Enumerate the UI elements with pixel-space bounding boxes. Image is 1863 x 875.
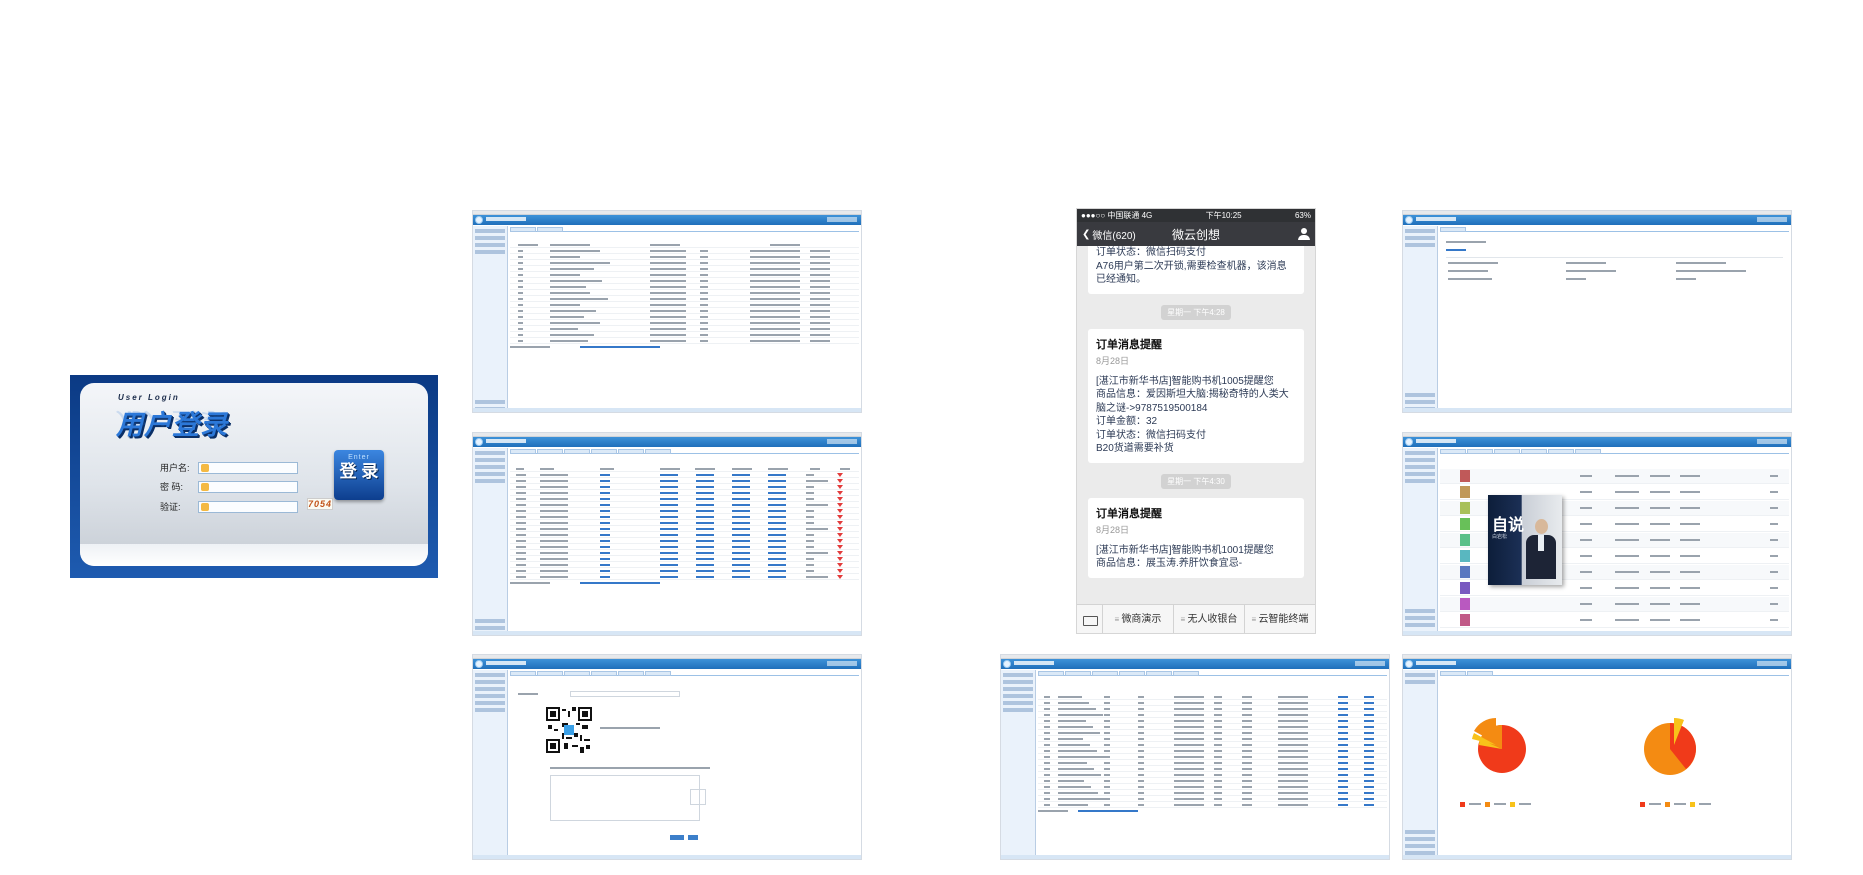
book-cover-image: 自说 白岩松 xyxy=(1488,495,1562,585)
admin-main xyxy=(510,227,859,408)
collage: User Login 用户登录 用户登录 用户名: 密 码: 验证: 7054 … xyxy=(0,0,1863,875)
username-row: 用户名: xyxy=(160,461,298,474)
message-card: 订单消息提醒 8月28日 [湛江市新华书店]智能购书机1005提醒您 商品信息：… xyxy=(1088,328,1304,463)
message-line: 订单金额：32 xyxy=(1096,416,1158,427)
key-icon xyxy=(201,502,209,511)
back-button[interactable]: ❮ 微信(620) xyxy=(1082,227,1136,242)
wechat-menu-bar: 微商演示 无人收银台 云智能终端 xyxy=(1077,604,1315,633)
book-author: 白岩松 xyxy=(1492,534,1508,540)
timestamp: 星期一 下午4:30 xyxy=(1088,471,1304,489)
admin-screenshot-device-detail xyxy=(1402,210,1792,413)
message-line: B20货道需要补货 xyxy=(1096,443,1174,454)
captcha-image[interactable]: 7054 xyxy=(307,498,333,510)
message-line: 订单状态：微信扫码支付 xyxy=(1096,247,1206,258)
logo-icon xyxy=(475,438,483,446)
message-line: [湛江市新华书店]智能购书机1005提醒您 xyxy=(1096,375,1274,387)
admin-screenshot-inventory: document.write(Array.from({length:18}).m… xyxy=(472,432,862,636)
admin-screenshot-order-list xyxy=(472,210,862,413)
chat-messages[interactable]: 订单状态：微信扫码支付 A76用户第二次开锁,需要检查机器，该消息已经通知。 星… xyxy=(1077,246,1315,604)
user-icon xyxy=(201,463,209,472)
username-field[interactable] xyxy=(198,461,298,474)
login-button-en: Enter xyxy=(348,454,370,461)
message-card-partial: 订单状态：微信扫码支付 A76用户第二次开锁,需要检查机器，该消息已经通知。 xyxy=(1088,246,1304,294)
login-title-english: User Login xyxy=(118,393,180,402)
back-label: 微信(620) xyxy=(1092,230,1136,242)
phone-status-bar: ●●●○○ 中国联通 4G 下午10:25 63% xyxy=(1077,209,1315,222)
logo-icon xyxy=(475,660,483,668)
captcha-field[interactable] xyxy=(198,500,298,513)
captcha-row: 验证: xyxy=(160,500,298,513)
book-title: 自说 xyxy=(1492,515,1525,534)
message-line: 商品信息：爱因斯坦大脑:揭秘奇特的人类大脑之谜->9787519500184 xyxy=(1096,389,1289,414)
username-label: 用户名: xyxy=(160,463,190,473)
message-date: 8月28日 xyxy=(1096,355,1130,366)
qr-code-icon xyxy=(546,707,592,753)
battery-text: 63% xyxy=(1294,211,1311,220)
login-card: User Login 用户登录 用户登录 用户名: 密 码: 验证: 7054 … xyxy=(80,383,428,566)
login-panel: User Login 用户登录 用户登录 用户名: 密 码: 验证: 7054 … xyxy=(70,375,438,578)
message-line: A76用户第二次开锁,需要检查机器，该消息已经通知。 xyxy=(1096,260,1287,286)
admin-screenshot-sales-charts xyxy=(1402,654,1792,860)
message-line: [湛江市新华书店]智能购书机1001提醒您 xyxy=(1096,544,1274,556)
admin-sidebar xyxy=(473,448,508,631)
message-line: 订单状态：微信扫码支付 xyxy=(1096,429,1206,441)
message-title: 订单消息提醒 xyxy=(1096,338,1162,351)
chevron-left-icon: ❮ xyxy=(1082,228,1091,240)
keyboard-icon[interactable] xyxy=(1077,604,1103,633)
timestamp: 星期一 下午4:28 xyxy=(1088,302,1304,320)
admin-screenshot-qr-settings xyxy=(472,654,862,860)
logo-icon xyxy=(1405,660,1413,668)
password-row: 密 码: xyxy=(160,480,298,493)
lock-icon xyxy=(201,482,209,491)
logo-icon xyxy=(1003,660,1011,668)
message-card: 订单消息提醒 8月28日 [湛江市新华书店]智能购书机1001提醒您 商品信息：… xyxy=(1088,497,1304,578)
message-line: 商品信息：展玉涛.养肝饮食宜忌- xyxy=(1096,558,1243,569)
menu-item-demo[interactable]: 微商演示 xyxy=(1103,604,1174,633)
wechat-phone-screen: ●●●○○ 中国联通 4G 下午10:25 63% ❮ 微信(620) 微云创想 … xyxy=(1076,208,1316,634)
logo-icon xyxy=(1405,438,1413,446)
logo-icon xyxy=(1405,216,1413,224)
captcha-label: 验证: xyxy=(160,502,181,512)
password-label: 密 码: xyxy=(160,482,184,492)
logo-icon xyxy=(475,216,483,224)
login-button-cn: 登 录 xyxy=(339,462,379,481)
author-portrait xyxy=(1526,517,1556,579)
pie-chart-right xyxy=(1644,718,1696,775)
menu-item-terminal[interactable]: 云智能终端 xyxy=(1245,605,1315,634)
wechat-nav-bar: ❮ 微信(620) 微云创想 xyxy=(1077,222,1315,246)
password-field[interactable] xyxy=(198,480,298,493)
admin-sidebar xyxy=(473,226,508,411)
clock-text: 下午10:25 xyxy=(1205,211,1242,220)
message-title: 订单消息提醒 xyxy=(1096,507,1162,520)
carrier-text: ●●●○○ 中国联通 4G xyxy=(1081,211,1153,220)
pie-chart-left xyxy=(1472,717,1526,773)
admin-screenshot-book-table: document.write(Array.from({length:19}).m… xyxy=(1000,654,1390,860)
admin-screenshot-book-list: document.write(Array.from({length:10}).m… xyxy=(1402,432,1792,636)
admin-header xyxy=(473,215,861,225)
login-button[interactable]: Enter 登 录 xyxy=(334,450,384,500)
login-title-reflection: 用户登录 xyxy=(116,408,228,427)
message-date: 8月28日 xyxy=(1096,524,1130,535)
user-profile-icon[interactable] xyxy=(1298,228,1310,240)
menu-item-cashier[interactable]: 无人收银台 xyxy=(1174,604,1245,633)
